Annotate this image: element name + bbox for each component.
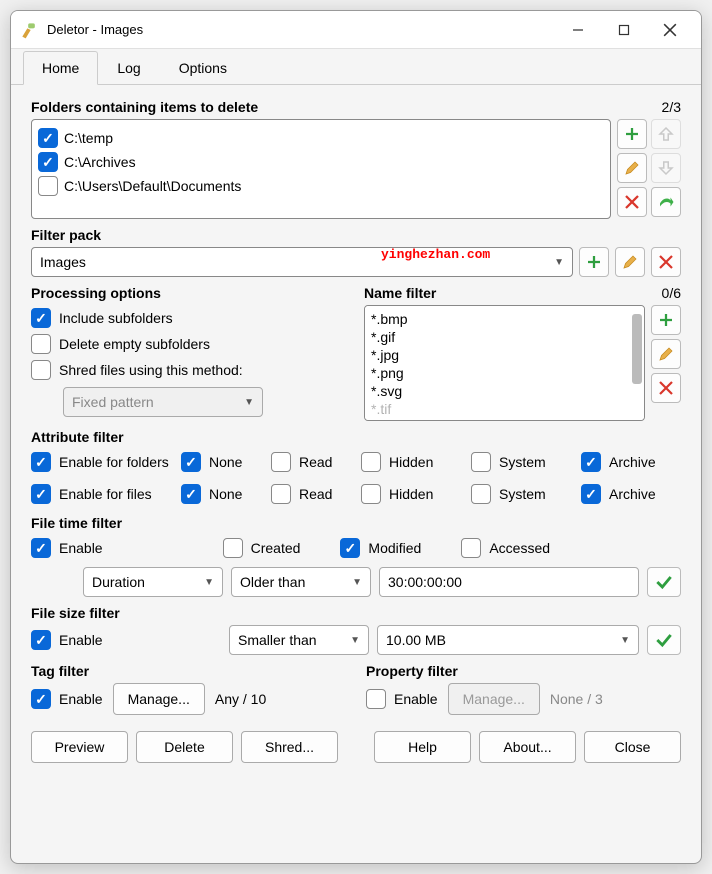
attrfilter-header: Attribute filter	[31, 429, 124, 445]
shred-method-select[interactable]: Fixed pattern▼	[63, 387, 263, 417]
move-up-button[interactable]	[651, 119, 681, 149]
name-item: *.tif	[371, 400, 638, 418]
help-button[interactable]: Help	[374, 731, 471, 763]
add-name-button[interactable]	[651, 305, 681, 335]
propfilter-enable-checkbox[interactable]	[366, 689, 386, 709]
titlebar: Deletor - Images	[11, 11, 701, 49]
move-down-button[interactable]	[651, 153, 681, 183]
name-item: *.png	[371, 364, 638, 382]
close-window-button[interactable]	[647, 15, 693, 45]
files-hidden-checkbox[interactable]	[361, 484, 381, 504]
size-value-select[interactable]: 10.00 MB▼	[377, 625, 639, 655]
timefilter-enable-checkbox[interactable]	[31, 538, 51, 558]
folders-header: Folders containing items to delete	[31, 99, 258, 115]
folder-item: C:\Users\Default\Documents	[38, 174, 604, 198]
modified-checkbox[interactable]	[340, 538, 360, 558]
share-button[interactable]	[651, 187, 681, 217]
propfilter-count: None / 3	[550, 691, 603, 707]
name-item: *.bmp	[371, 310, 638, 328]
folders-list[interactable]: C:\temp C:\Archives C:\Users\Default\Doc…	[31, 119, 611, 219]
name-item: *.svg	[371, 382, 638, 400]
folders-archive-checkbox[interactable]	[581, 452, 601, 472]
tab-options[interactable]: Options	[160, 51, 246, 85]
files-archive-checkbox[interactable]	[581, 484, 601, 504]
folders-system-checkbox[interactable]	[471, 452, 491, 472]
window-title: Deletor - Images	[47, 22, 555, 37]
edit-filterpack-button[interactable]	[615, 247, 645, 277]
edit-folder-button[interactable]	[617, 153, 647, 183]
filterpack-select[interactable]: Images▼	[31, 247, 573, 277]
tagfilter-enable-checkbox[interactable]	[31, 689, 51, 709]
tab-home[interactable]: Home	[23, 51, 98, 85]
sizefilter-header: File size filter	[31, 605, 120, 621]
time-mode-select[interactable]: Duration▼	[83, 567, 223, 597]
time-op-select[interactable]: Older than▼	[231, 567, 371, 597]
close-button[interactable]: Close	[584, 731, 681, 763]
folders-hidden-checkbox[interactable]	[361, 452, 381, 472]
watermark: yinghezhan.com	[381, 247, 490, 262]
folders-read-checkbox[interactable]	[271, 452, 291, 472]
name-item: *.gif	[371, 328, 638, 346]
files-system-checkbox[interactable]	[471, 484, 491, 504]
folders-none-checkbox[interactable]	[181, 452, 201, 472]
folder-item: C:\temp	[38, 126, 604, 150]
add-folder-button[interactable]	[617, 119, 647, 149]
propfilter-manage-button[interactable]: Manage...	[448, 683, 540, 715]
folder-checkbox[interactable]	[38, 152, 58, 172]
about-button[interactable]: About...	[479, 731, 576, 763]
tabbar: Home Log Options	[11, 49, 701, 85]
accessed-checkbox[interactable]	[461, 538, 481, 558]
minimize-button[interactable]	[555, 15, 601, 45]
delete-button[interactable]: Delete	[136, 731, 233, 763]
maximize-button[interactable]	[601, 15, 647, 45]
files-none-checkbox[interactable]	[181, 484, 201, 504]
time-confirm-button[interactable]	[647, 567, 681, 597]
size-confirm-button[interactable]	[647, 625, 681, 655]
name-item: *.jpg	[371, 346, 638, 364]
tagfilter-manage-button[interactable]: Manage...	[113, 683, 205, 715]
time-value-input[interactable]	[379, 567, 639, 597]
tagfilter-count: Any / 10	[215, 691, 266, 707]
filterpack-header: Filter pack	[31, 227, 101, 243]
folder-item: C:\Archives	[38, 150, 604, 174]
files-read-checkbox[interactable]	[271, 484, 291, 504]
propfilter-header: Property filter	[366, 663, 458, 679]
preview-button[interactable]: Preview	[31, 731, 128, 763]
include-subfolders-checkbox[interactable]	[31, 308, 51, 328]
size-op-select[interactable]: Smaller than▼	[229, 625, 369, 655]
processing-header: Processing options	[31, 285, 161, 301]
enable-files-checkbox[interactable]	[31, 484, 51, 504]
tab-log[interactable]: Log	[98, 51, 159, 85]
app-icon	[19, 20, 39, 40]
namefilter-header: Name filter	[364, 285, 436, 301]
folders-counter: 2/3	[662, 99, 681, 115]
namefilter-list[interactable]: *.bmp *.gif *.jpg *.png *.svg *.tif	[364, 305, 645, 421]
sizefilter-enable-checkbox[interactable]	[31, 630, 51, 650]
enable-folders-checkbox[interactable]	[31, 452, 51, 472]
scrollbar-thumb[interactable]	[632, 314, 642, 384]
folder-checkbox[interactable]	[38, 176, 58, 196]
timefilter-header: File time filter	[31, 515, 122, 531]
delete-filterpack-button[interactable]	[651, 247, 681, 277]
created-checkbox[interactable]	[223, 538, 243, 558]
delete-name-button[interactable]	[651, 373, 681, 403]
namefilter-counter: 0/6	[662, 285, 681, 301]
tagfilter-header: Tag filter	[31, 663, 89, 679]
shred-method-checkbox[interactable]	[31, 360, 51, 380]
delete-empty-checkbox[interactable]	[31, 334, 51, 354]
add-filterpack-button[interactable]	[579, 247, 609, 277]
folder-checkbox[interactable]	[38, 128, 58, 148]
shred-button[interactable]: Shred...	[241, 731, 338, 763]
delete-folder-button[interactable]	[617, 187, 647, 217]
edit-name-button[interactable]	[651, 339, 681, 369]
